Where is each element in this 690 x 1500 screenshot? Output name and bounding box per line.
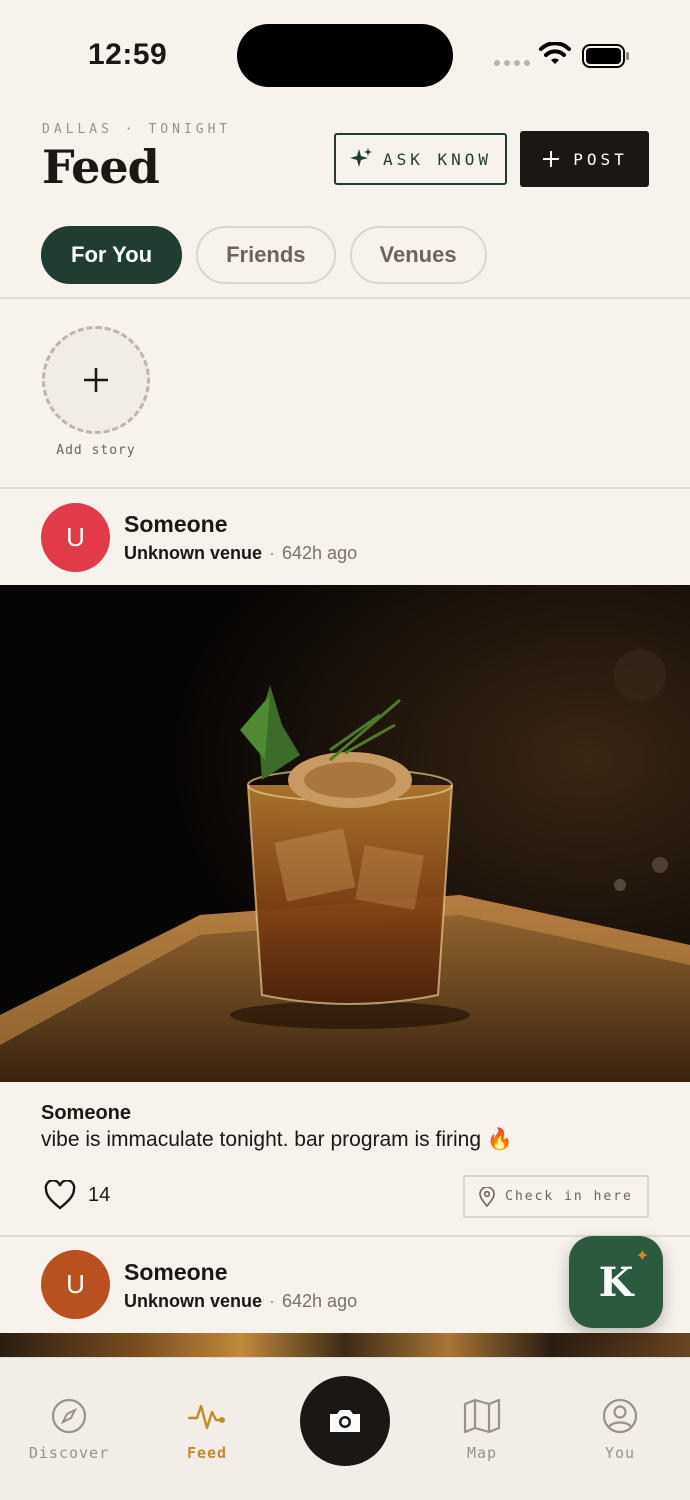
post-venue[interactable]: Unknown venue bbox=[124, 543, 262, 564]
avatar[interactable]: U bbox=[41, 1250, 110, 1319]
location-kicker: DALLAS · TONIGHT bbox=[42, 122, 232, 137]
location-pin-icon bbox=[479, 1186, 495, 1207]
sparkle-icon bbox=[349, 148, 372, 167]
plus-icon bbox=[84, 368, 108, 392]
camera-button[interactable] bbox=[300, 1376, 390, 1466]
avatar-letter: U bbox=[66, 1269, 85, 1299]
wifi-icon bbox=[539, 42, 571, 64]
sparkle-icon: ✦ bbox=[635, 1248, 649, 1265]
caption-author[interactable]: Someone bbox=[41, 1102, 131, 1125]
bottom-nav: Discover Feed Map You bbox=[0, 1357, 690, 1500]
ask-know-button[interactable]: ASK KNOW bbox=[334, 133, 507, 185]
tab-venues[interactable]: Venues bbox=[349, 226, 487, 284]
check-in-button[interactable]: Check in here bbox=[463, 1175, 649, 1218]
avatar[interactable]: U bbox=[41, 503, 110, 572]
camera-icon bbox=[330, 1410, 360, 1432]
nav-label: Discover bbox=[28, 1444, 110, 1462]
status-bar: 12:59 bbox=[0, 0, 690, 110]
nav-label: You bbox=[604, 1444, 636, 1462]
tab-friends[interactable]: Friends bbox=[196, 226, 336, 284]
post-photo[interactable] bbox=[0, 1333, 690, 1357]
map-icon bbox=[463, 1398, 501, 1434]
nav-label: Feed bbox=[186, 1444, 228, 1462]
compass-icon bbox=[51, 1398, 87, 1434]
activity-pulse-icon bbox=[188, 1404, 225, 1430]
new-post-button[interactable]: POST bbox=[520, 131, 649, 187]
plus-icon bbox=[543, 151, 560, 167]
battery-icon bbox=[582, 44, 629, 68]
post-label: POST bbox=[573, 149, 628, 169]
know-logo: K bbox=[598, 1258, 634, 1306]
check-in-label: Check in here bbox=[505, 1189, 633, 1204]
post-photo[interactable] bbox=[0, 585, 690, 1082]
nav-you[interactable]: You bbox=[570, 1398, 670, 1462]
cocktail-photo bbox=[0, 585, 690, 1082]
signal-dots-icon bbox=[494, 60, 530, 66]
status-time: 12:59 bbox=[88, 38, 168, 71]
post-author[interactable]: Someone bbox=[124, 511, 228, 538]
caption-text: vibe is immaculate tonight. bar program … bbox=[41, 1128, 513, 1151]
post-meta: Unknown venue · 642h ago bbox=[124, 1291, 357, 1312]
nav-map[interactable]: Map bbox=[432, 1398, 532, 1462]
post-header: U Someone Unknown venue · 642h ago bbox=[0, 488, 690, 585]
page-title: Feed bbox=[42, 140, 160, 194]
divider bbox=[0, 297, 690, 299]
nav-label: Map bbox=[466, 1444, 498, 1462]
add-story-label: Add story bbox=[56, 443, 136, 458]
post-meta: Unknown venue · 642h ago bbox=[124, 543, 357, 564]
post-venue[interactable]: Unknown venue bbox=[124, 1291, 262, 1312]
avatar-letter: U bbox=[66, 522, 85, 552]
ask-know-label: ASK KNOW bbox=[382, 149, 493, 169]
feed-tabs: For You Friends Venues bbox=[41, 226, 487, 284]
post-author[interactable]: Someone bbox=[124, 1259, 228, 1286]
dynamic-island bbox=[237, 24, 453, 87]
like-count: 14 bbox=[88, 1183, 111, 1206]
post-time: 642h ago bbox=[282, 543, 358, 563]
meta-separator: · bbox=[269, 1291, 276, 1311]
nav-discover[interactable]: Discover bbox=[19, 1398, 119, 1462]
post-time: 642h ago bbox=[282, 1291, 358, 1311]
like-button[interactable]: 14 bbox=[44, 1180, 110, 1210]
nav-feed[interactable]: Feed bbox=[157, 1398, 257, 1462]
tab-for-you[interactable]: For You bbox=[41, 226, 183, 284]
know-assistant-button[interactable]: K ✦ bbox=[569, 1236, 663, 1328]
add-story-button[interactable] bbox=[42, 326, 150, 434]
heart-icon bbox=[44, 1180, 76, 1210]
meta-separator: · bbox=[269, 543, 276, 563]
user-circle-icon bbox=[602, 1398, 638, 1434]
